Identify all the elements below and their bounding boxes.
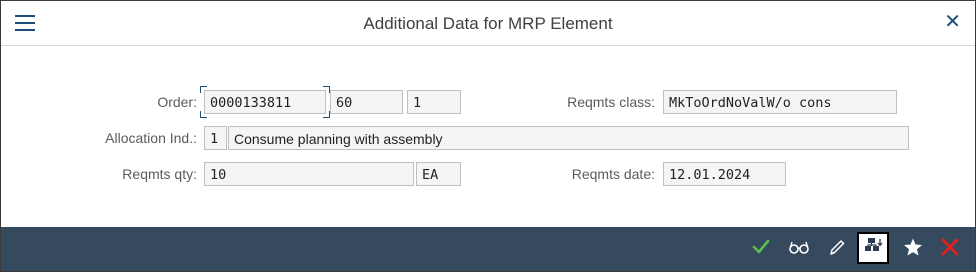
focus-marker: [323, 86, 330, 93]
focus-marker: [200, 86, 207, 93]
allocation-code-field[interactable]: 1: [204, 126, 227, 150]
order-number-field[interactable]: 0000133811: [204, 90, 326, 114]
continue-button[interactable]: [748, 237, 774, 263]
order-schedule-field[interactable]: 1: [407, 90, 461, 114]
dialog-header: Additional Data for MRP Element ✕: [1, 1, 975, 46]
cancel-button[interactable]: [937, 237, 963, 263]
reqmts-unit-field[interactable]: EA: [416, 162, 461, 186]
focus-marker: [323, 111, 330, 118]
dialog-title: Additional Data for MRP Element: [363, 14, 613, 33]
reqmts-qty-label: Reqmts qty:: [122, 166, 197, 182]
reqmts-qty-field[interactable]: 10: [204, 162, 414, 186]
glasses-icon: [789, 241, 809, 254]
pencil-icon: [830, 240, 845, 255]
focus-marker: [200, 111, 207, 118]
order-label: Order:: [157, 94, 197, 110]
reqmts-date-field[interactable]: 12.01.2024: [663, 162, 786, 186]
cancel-icon: [941, 238, 959, 256]
reqmts-class-label: Reqmts class:: [567, 94, 655, 110]
mrp-dialog: Additional Data for MRP Element ✕ Order:…: [0, 0, 976, 272]
star-icon: [904, 238, 922, 256]
hierarchy-button[interactable]: [857, 232, 889, 264]
allocation-text-field[interactable]: Consume planning with assembly: [228, 126, 909, 150]
reqmts-date-label: Reqmts date:: [571, 166, 655, 182]
close-icon[interactable]: ✕: [944, 12, 961, 32]
order-item-field[interactable]: 60: [330, 90, 403, 114]
checkmark-icon: [752, 239, 770, 254]
display-button[interactable]: [786, 237, 812, 263]
hierarchy-icon: [865, 238, 883, 251]
footer-toolbar: [1, 227, 975, 271]
reqmts-class-field[interactable]: MkToOrdNoValW/o cons: [663, 90, 897, 114]
allocation-label: Allocation Ind.:: [105, 130, 197, 146]
favorite-button[interactable]: [900, 237, 926, 263]
edit-button[interactable]: [824, 237, 850, 263]
